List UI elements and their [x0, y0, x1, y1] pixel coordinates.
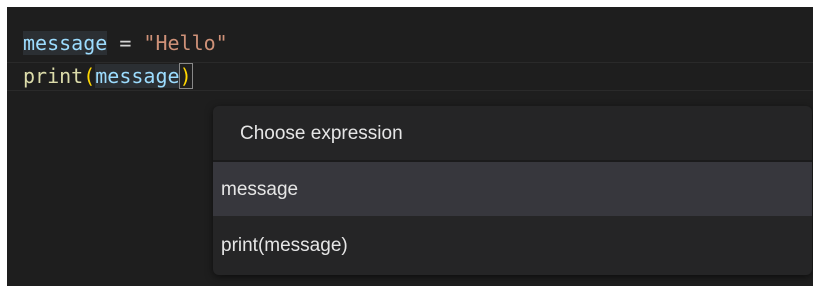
- argument-token: message: [95, 64, 180, 88]
- close-paren: ): [178, 63, 193, 89]
- code-line-1[interactable]: message = "Hello": [7, 30, 228, 57]
- expression-option-print-message[interactable]: print(message): [213, 218, 812, 272]
- choose-expression-popup: Choose expression message print(message): [213, 106, 812, 275]
- expression-option-message[interactable]: message: [213, 162, 812, 216]
- code-editor[interactable]: message = "Hello" print(message) Choose …: [7, 7, 813, 286]
- popup-title: Choose expression: [240, 123, 403, 144]
- variable-token: message: [23, 31, 108, 55]
- code-line-2[interactable]: print(message): [7, 62, 813, 91]
- open-paren: (: [83, 64, 96, 88]
- string-literal: "Hello": [143, 31, 228, 55]
- assignment-operator: =: [107, 31, 144, 55]
- function-name: print: [23, 64, 84, 88]
